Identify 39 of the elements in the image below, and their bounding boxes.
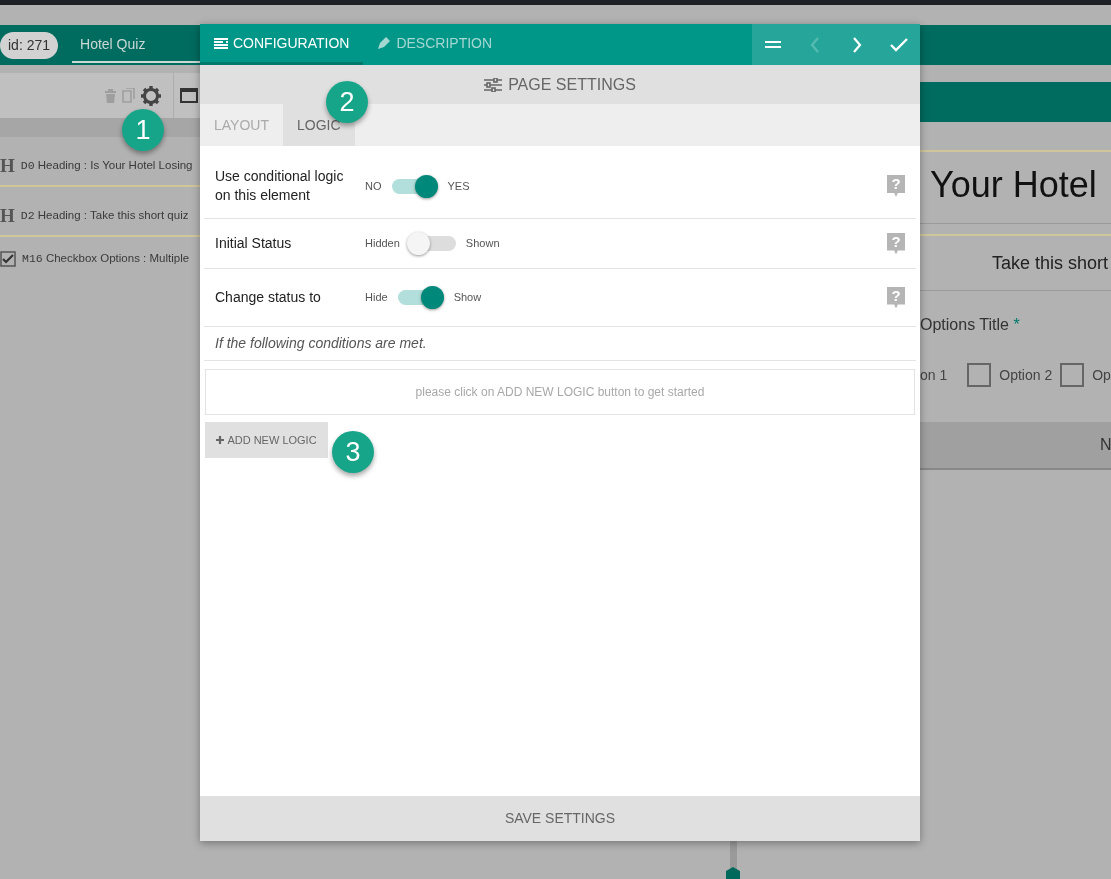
- dialog-tab[interactable]: DESCRIPTION: [363, 24, 507, 65]
- list-icon: [214, 37, 228, 49]
- copy-icon[interactable]: [122, 88, 135, 103]
- heading-icon: H: [0, 151, 15, 181]
- connector-drawing: [723, 841, 743, 879]
- settings-icon[interactable]: [141, 85, 161, 106]
- setting-label: Use conditional logic on this element: [215, 167, 345, 205]
- plus-icon: [216, 436, 225, 444]
- element-list-item[interactable]: D2 Heading : Take this short quiz: [20, 207, 189, 225]
- checkbox[interactable]: [967, 363, 992, 387]
- next-button[interactable]: N: [920, 422, 1111, 470]
- section-title: PAGE SETTINGS: [508, 74, 636, 95]
- conditions-note: If the following conditions are met.: [204, 326, 916, 361]
- option-label: on 1: [920, 365, 948, 385]
- toggle-on-label: Shown: [465, 236, 500, 252]
- setting-label: Change status to: [215, 288, 322, 307]
- toggle-off-label: Hidden: [365, 236, 400, 252]
- toggle-off-label: Hide: [365, 290, 388, 306]
- setting-label: Initial Status: [215, 234, 293, 253]
- toggle-on-label: Show: [453, 290, 482, 306]
- option-label: Option 2: [999, 365, 1053, 385]
- checkbox-icon: [0, 251, 16, 267]
- empty-message: please click on ADD NEW LOGIC button to get started: [415, 384, 705, 401]
- id-badge: id: 271: [0, 31, 59, 59]
- trash-icon[interactable]: [105, 88, 116, 103]
- toggle-off-label: NO: [365, 178, 382, 194]
- add-logic-button[interactable]: ADD NEW LOGIC: [205, 422, 328, 458]
- window-icon[interactable]: [180, 88, 198, 103]
- save-settings-button[interactable]: SAVE SETTINGS: [200, 796, 920, 841]
- heading-icon: H: [0, 201, 15, 231]
- element-list-item[interactable]: D0 Heading : Is Your Hotel Losing: [20, 157, 193, 175]
- toggle-on-label: YES: [447, 178, 470, 194]
- question-label: Options Title *: [920, 315, 1021, 335]
- step-callout-tooltip: 1: [122, 109, 164, 151]
- element-list-item[interactable]: M16 Checkbox Options : Multiple: [22, 250, 190, 268]
- pen-icon: [377, 36, 392, 50]
- option-label: Op: [1092, 365, 1111, 385]
- sliders-icon: [484, 77, 503, 92]
- checkbox[interactable]: [1060, 363, 1085, 387]
